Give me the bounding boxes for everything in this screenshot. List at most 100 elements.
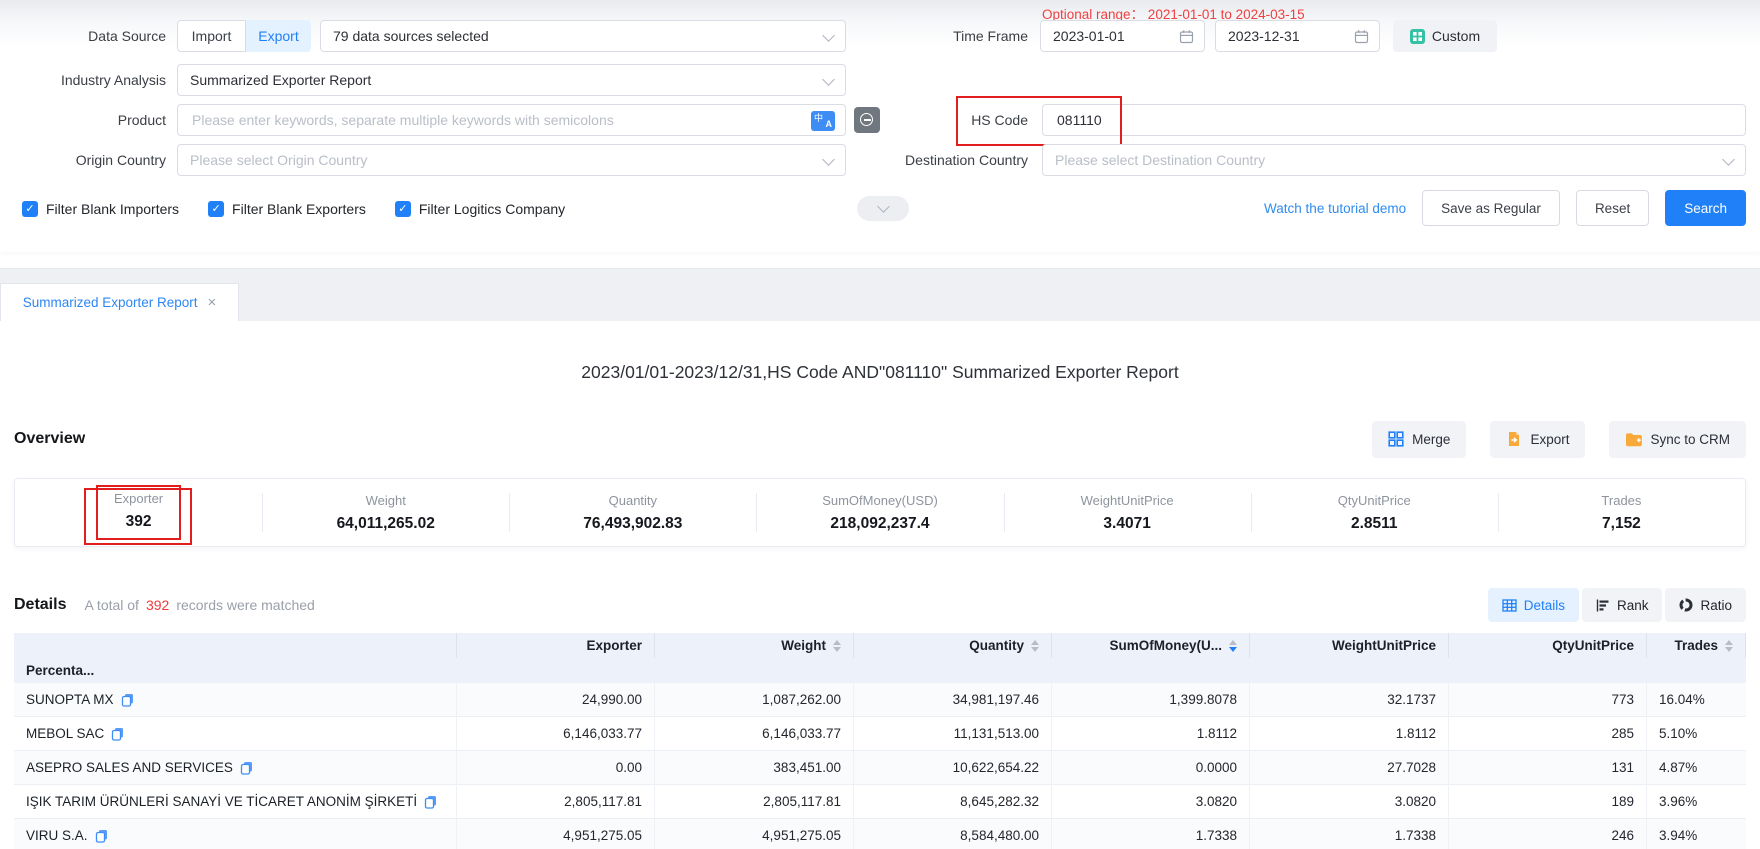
view-ratio-button[interactable]: Ratio	[1665, 588, 1746, 622]
copy-icon[interactable]	[424, 795, 437, 809]
export-toggle-button[interactable]: Export	[246, 20, 311, 52]
column-header[interactable]: Percenta...	[14, 658, 457, 683]
exporter-name[interactable]: VIRU S.A.	[26, 828, 108, 843]
search-button[interactable]: Search	[1665, 190, 1746, 226]
view-rank-button[interactable]: Rank	[1582, 588, 1663, 622]
industry-analysis-select[interactable]: Summarized Exporter Report	[177, 64, 846, 96]
filter-checkbox[interactable]: ✓ Filter Blank Exporters	[208, 201, 366, 217]
destination-country-select[interactable]: Please select Destination Country	[1042, 144, 1746, 176]
stat-value: 392	[126, 513, 152, 531]
checkbox-checked-icon: ✓	[395, 201, 411, 217]
exporter-name[interactable]: MEBOL SAC	[26, 726, 124, 741]
exporter-table: Exporter Weight Quantity SumOfMoney(U...…	[14, 633, 1746, 849]
exporter-name[interactable]: ASEPRO SALES AND SERVICES	[26, 760, 253, 775]
overview-stat: SumOfMoney(USD) 218,092,237.4	[756, 479, 1003, 546]
copy-icon[interactable]	[121, 693, 134, 707]
cell-percentage: 16.04%	[1647, 683, 1746, 716]
filter-checkbox[interactable]: ✓ Filter Blank Importers	[22, 201, 179, 217]
reset-button[interactable]: Reset	[1576, 190, 1649, 226]
destination-country-label: Destination Country	[868, 144, 1028, 176]
calendar-icon[interactable]	[1179, 29, 1194, 47]
product-keywords-input[interactable]	[190, 111, 801, 129]
trade-data-app: Optional range： 2021-01-01 to 2024-03-15…	[0, 0, 1760, 849]
copy-icon[interactable]	[240, 761, 253, 775]
records-total-text: A total of392records were matched	[84, 597, 314, 613]
collapse-toggle[interactable]	[857, 196, 909, 221]
cell-quantity: 1,087,262.00	[655, 683, 854, 716]
table-icon	[1502, 599, 1517, 612]
copy-icon[interactable]	[95, 829, 108, 843]
cell-quantity: 4,951,275.05	[655, 819, 854, 849]
cell-weight: 2,805,117.81	[457, 785, 655, 818]
stat-label: Exporter	[114, 491, 163, 506]
translate-icon[interactable]: 中A	[811, 111, 835, 131]
overview-stats-panel: Exporter 392 Weight 64,011,265.02 Quanti…	[14, 478, 1746, 547]
table-row: IŞIK TARIM ÜRÜNLERİ SANAYİ VE TİCARET AN…	[14, 785, 1746, 819]
cell-sum-of-money: 8,645,282.32	[854, 785, 1052, 818]
save-as-regular-button[interactable]: Save as Regular	[1422, 190, 1560, 226]
column-header[interactable]: Exporter	[457, 633, 655, 658]
product-keywords-field: 中A	[177, 104, 846, 136]
hs-code-field	[1042, 104, 1746, 136]
stat-value: 64,011,265.02	[337, 515, 435, 533]
sort-icon	[1725, 640, 1733, 652]
tab-summarized-exporter-report[interactable]: Summarized Exporter Report ×	[0, 283, 239, 321]
cell-exporter: SUNOPTA MX	[14, 683, 457, 716]
cell-quantity: 383,451.00	[655, 751, 854, 784]
overview-stat: Exporter 392	[15, 479, 262, 546]
column-header[interactable]: SumOfMoney(U...	[1052, 633, 1250, 658]
cell-qty-unit-price: 27.7028	[1250, 751, 1449, 784]
calendar-icon[interactable]	[1354, 29, 1369, 47]
cell-qty-unit-price: 1.7338	[1250, 819, 1449, 849]
cell-weight: 6,146,033.77	[457, 717, 655, 750]
origin-country-select[interactable]: Please select Origin Country	[177, 144, 846, 176]
column-header[interactable]: Quantity	[854, 633, 1052, 658]
filter-panel: Optional range： 2021-01-01 to 2024-03-15…	[0, 0, 1760, 252]
merge-button[interactable]: Merge	[1372, 421, 1466, 458]
import-toggle-button[interactable]: Import	[177, 20, 246, 52]
view-details-button[interactable]: Details	[1488, 588, 1579, 622]
origin-country-label: Origin Country	[6, 144, 166, 176]
cell-weight-unit-price: 3.0820	[1052, 785, 1250, 818]
column-header[interactable]: WeightUnitPrice	[1250, 633, 1449, 658]
overview-stat: QtyUnitPrice 2.8511	[1251, 479, 1498, 546]
checkbox-label: Filter Blank Importers	[46, 201, 179, 217]
filter-checkbox[interactable]: ✓ Filter Logitics Company	[395, 201, 565, 217]
hs-code-input[interactable]	[1055, 111, 1733, 129]
cell-trades: 773	[1449, 683, 1647, 716]
tab-label: Summarized Exporter Report	[23, 295, 198, 310]
column-header[interactable]: Trades	[1647, 633, 1746, 658]
cell-exporter: ASEPRO SALES AND SERVICES	[14, 751, 457, 784]
column-header[interactable]: Weight	[655, 633, 854, 658]
cell-percentage: 4.87%	[1647, 751, 1746, 784]
copy-icon[interactable]	[111, 727, 124, 741]
cell-qty-unit-price: 32.1737	[1250, 683, 1449, 716]
custom-grid-icon	[1410, 29, 1425, 44]
custom-range-button[interactable]: Custom	[1393, 20, 1497, 52]
exporter-name[interactable]: IŞIK TARIM ÜRÜNLERİ SANAYİ VE TİCARET AN…	[26, 794, 437, 809]
time-frame-label: Time Frame	[868, 20, 1028, 52]
exporter-name[interactable]: SUNOPTA MX	[26, 692, 134, 707]
cell-trades: 189	[1449, 785, 1647, 818]
data-source-select[interactable]: 79 data sources selected	[320, 20, 846, 52]
cell-weight: 24,990.00	[457, 683, 655, 716]
sort-icon	[1229, 640, 1237, 652]
sync-to-crm-button[interactable]: Sync to CRM	[1609, 421, 1746, 458]
tab-close-icon[interactable]: ×	[208, 294, 217, 311]
bar-chart-icon	[1596, 599, 1610, 612]
tutorial-link[interactable]: Watch the tutorial demo	[1264, 201, 1406, 216]
end-date-input[interactable]: 2023-12-31	[1215, 20, 1380, 52]
cell-trades: 246	[1449, 819, 1647, 849]
cell-weight: 0.00	[457, 751, 655, 784]
cell-trades: 131	[1449, 751, 1647, 784]
filter-checkbox-group: ✓ Filter Blank Importers ✓ Filter Blank …	[22, 192, 565, 226]
cell-percentage: 3.94%	[1647, 819, 1746, 849]
view-switcher: Details Rank Ratio	[1488, 588, 1746, 622]
start-date-input[interactable]: 2023-01-01	[1040, 20, 1205, 52]
cell-quantity: 6,146,033.77	[655, 717, 854, 750]
cell-sum-of-money: 11,131,513.00	[854, 717, 1052, 750]
export-button[interactable]: Export	[1490, 421, 1585, 458]
cell-exporter: VIRU S.A.	[14, 819, 457, 849]
checkbox-label: Filter Logitics Company	[419, 201, 565, 217]
column-header[interactable]: QtyUnitPrice	[1449, 633, 1647, 658]
